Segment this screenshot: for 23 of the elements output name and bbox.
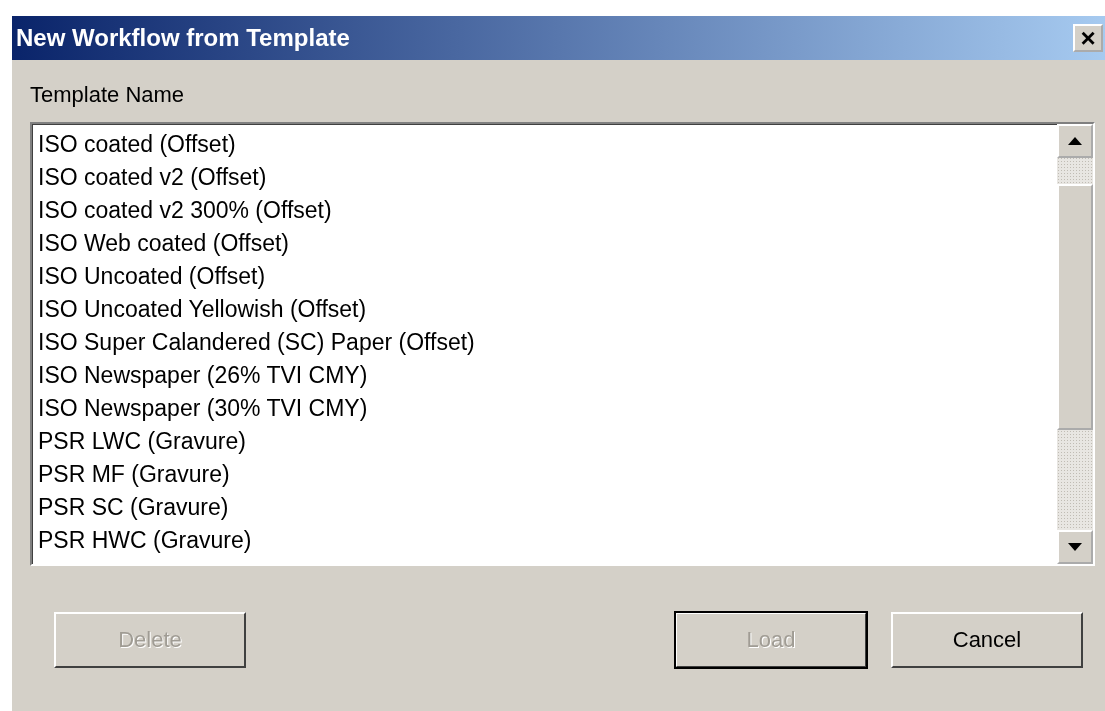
scroll-up-button[interactable]: [1057, 124, 1093, 158]
list-item[interactable]: PSR HWC (Gravure): [38, 524, 1057, 557]
list-item[interactable]: ISO Newspaper (26% TVI CMY): [38, 359, 1057, 392]
scroll-down-button[interactable]: [1057, 530, 1093, 564]
close-button[interactable]: ×: [1073, 24, 1103, 52]
list-label: Template Name: [30, 82, 186, 108]
scroll-thumb[interactable]: [1057, 184, 1093, 430]
list-item[interactable]: ISO Uncoated (Offset): [38, 260, 1057, 293]
list-item[interactable]: PSR MF (Gravure): [38, 458, 1057, 491]
window-title: New Workflow from Template: [16, 24, 350, 52]
scrollbar[interactable]: [1057, 124, 1093, 564]
list-item[interactable]: ISO Super Calandered (SC) Paper (Offset): [38, 326, 1057, 359]
list-item[interactable]: ISO coated v2 (Offset): [38, 161, 1057, 194]
list-item[interactable]: ISO coated v2 300% (Offset): [38, 194, 1057, 227]
down-arrow-icon: [1068, 543, 1082, 551]
list-item[interactable]: ISO coated (Offset): [38, 128, 1057, 161]
list-item[interactable]: ISO Uncoated Yellowish (Offset): [38, 293, 1057, 326]
list-item[interactable]: PSR SC (Gravure): [38, 491, 1057, 524]
list-item[interactable]: ISO Newspaper (30% TVI CMY): [38, 392, 1057, 425]
list-item[interactable]: PSR LWC (Gravure): [38, 425, 1057, 458]
list-item[interactable]: ISO Web coated (Offset): [38, 227, 1057, 260]
cancel-button[interactable]: Cancel: [891, 612, 1083, 668]
up-arrow-icon: [1068, 137, 1082, 145]
